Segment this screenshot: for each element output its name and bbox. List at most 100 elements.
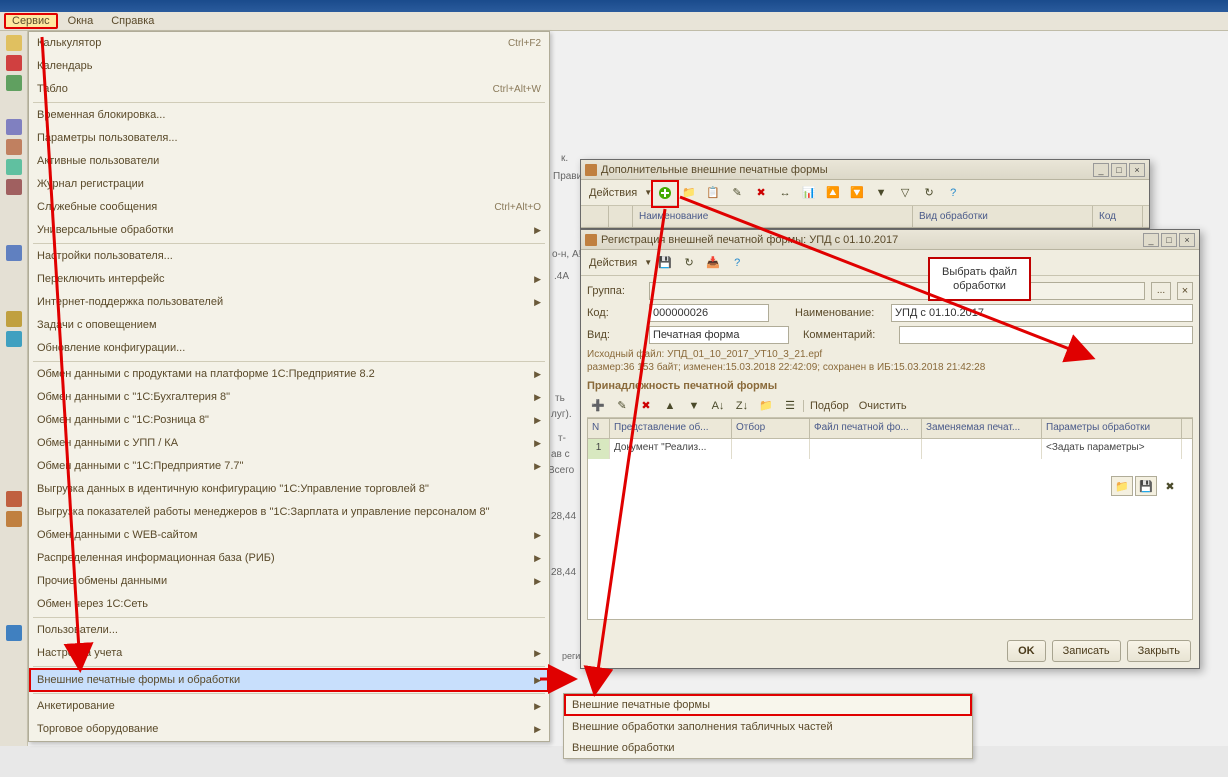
comment-input[interactable] xyxy=(899,326,1193,344)
import-button[interactable]: 📥 xyxy=(702,252,724,274)
save-button[interactable]: 💾 xyxy=(654,252,676,274)
add-row-button[interactable]: ➕ xyxy=(587,395,609,417)
name-input[interactable] xyxy=(891,304,1193,322)
th-n[interactable]: N xyxy=(588,419,610,438)
menu-item[interactable]: Параметры пользователя... xyxy=(29,127,549,150)
bg-text: .4A xyxy=(554,271,569,282)
add-folder-button[interactable]: 📁 xyxy=(678,182,700,204)
menu-item[interactable]: Анкетирование▶ xyxy=(29,695,549,718)
submenu-item[interactable]: Внешние печатные формы xyxy=(564,694,972,716)
menu-item[interactable]: Служебные сообщенияCtrl+Alt+O xyxy=(29,196,549,219)
refresh-button[interactable]: ↻ xyxy=(918,182,940,204)
menu-item[interactable]: Задачи с оповещением xyxy=(29,314,549,337)
hierarchy-button[interactable]: 📊 xyxy=(798,182,820,204)
menu-item[interactable]: Распределенная информационная база (РИБ)… xyxy=(29,547,549,570)
th-params[interactable]: Параметры обработки xyxy=(1042,419,1182,438)
menu-item[interactable]: Переключить интерфейс▶ xyxy=(29,268,549,291)
del-row-button[interactable]: ✖ xyxy=(635,395,657,417)
folder-button[interactable]: 📁 xyxy=(755,395,777,417)
close-button[interactable]: Закрыть xyxy=(1127,640,1191,662)
th-name[interactable]: Наименование xyxy=(633,206,913,227)
menu-item[interactable]: Обновление конфигурации... xyxy=(29,337,549,360)
close-button[interactable]: × xyxy=(1129,163,1145,177)
menu-windows[interactable]: Окна xyxy=(60,13,102,29)
menu-item[interactable]: Универсальные обработки▶ xyxy=(29,219,549,242)
move-up-button[interactable]: ▲ xyxy=(659,395,681,417)
table-row[interactable]: 1 Документ "Реализ... <Задать параметры> xyxy=(588,439,1192,459)
group-select-button[interactable]: ... xyxy=(1151,282,1171,300)
menu-item[interactable]: Выгрузка данных в идентичную конфигураци… xyxy=(29,478,549,501)
menu-item[interactable]: Календарь xyxy=(29,55,549,78)
menu-item[interactable]: Обмен данными с продуктами на платформе … xyxy=(29,363,549,386)
sort-az-button[interactable]: A↓ xyxy=(707,395,729,417)
add-button[interactable] xyxy=(654,182,676,204)
th-replace[interactable]: Заменяемая печат... xyxy=(922,419,1042,438)
close-button[interactable]: × xyxy=(1179,233,1195,247)
file-info: Исходный файл: УПД_01_10_2017_УТ10_3_21.… xyxy=(587,348,1193,374)
th-code[interactable]: Код xyxy=(1093,206,1143,227)
file-clear-button[interactable]: ✖ xyxy=(1159,476,1181,496)
sort-up-button[interactable]: 🔼 xyxy=(822,182,844,204)
code-input[interactable] xyxy=(649,304,769,322)
menu-item[interactable]: КалькуляторCtrl+F2 xyxy=(29,32,549,55)
edit-button[interactable]: ✎ xyxy=(726,182,748,204)
menu-service[interactable]: Сервис xyxy=(4,13,58,29)
actions-button[interactable]: Действия xyxy=(585,257,641,269)
menu-item[interactable]: Выгрузка показателей работы менеджеров в… xyxy=(29,501,549,524)
move-button[interactable]: ↔ xyxy=(774,182,796,204)
group-clear-button[interactable]: × xyxy=(1177,282,1193,300)
maximize-button[interactable]: □ xyxy=(1161,233,1177,247)
delete-button[interactable]: ✖ xyxy=(750,182,772,204)
menu-item[interactable]: Временная блокировка... xyxy=(29,104,549,127)
file-save-button[interactable]: 💾 xyxy=(1135,476,1157,496)
menu-item[interactable]: Внешние печатные формы и обработки▶ xyxy=(29,668,549,692)
sort-dn-button[interactable]: 🔽 xyxy=(846,182,868,204)
ok-button[interactable]: OK xyxy=(1007,640,1046,662)
menu-item[interactable]: Торговое оборудование▶ xyxy=(29,718,549,741)
actions-button[interactable]: Действия xyxy=(585,187,641,199)
kind-input[interactable] xyxy=(649,326,789,344)
label-kind: Вид: xyxy=(587,329,643,341)
th-kind[interactable]: Вид обработки xyxy=(913,206,1093,227)
menu-item[interactable]: Настройка учета▶ xyxy=(29,642,549,665)
bg-text: Всего xyxy=(548,465,574,476)
th-filter[interactable]: Отбор xyxy=(732,419,810,438)
submenu-item[interactable]: Внешние обработки заполнения табличных ч… xyxy=(564,716,972,737)
menu-item[interactable]: Настройки пользователя... xyxy=(29,245,549,268)
menu-item[interactable]: Обмен данными с "1С:Предприятие 7.7"▶ xyxy=(29,455,549,478)
menu-item[interactable]: Обмен данными с УПП / КА▶ xyxy=(29,432,549,455)
move-dn-button[interactable]: ▼ xyxy=(683,395,705,417)
copy-button[interactable]: 📋 xyxy=(702,182,724,204)
menu-item[interactable]: Активные пользователи xyxy=(29,150,549,173)
refresh-button[interactable]: ↻ xyxy=(678,252,700,274)
menu-item[interactable]: Обмен через 1С:Сеть xyxy=(29,593,549,616)
submenu-item[interactable]: Внешние обработки xyxy=(564,737,972,758)
th-repr[interactable]: Представление об... xyxy=(610,419,732,438)
write-button[interactable]: Записать xyxy=(1052,640,1121,662)
menu-item[interactable]: Обмен данными с "1С:Розница 8"▶ xyxy=(29,409,549,432)
minimize-button[interactable]: _ xyxy=(1093,163,1109,177)
menu-item[interactable]: Обмен данными с "1С:Бухгалтерия 8"▶ xyxy=(29,386,549,409)
maximize-button[interactable]: □ xyxy=(1111,163,1127,177)
menu-item[interactable]: Пользователи... xyxy=(29,619,549,642)
edit-row-button[interactable]: ✎ xyxy=(611,395,633,417)
th-file[interactable]: Файл печатной фо... xyxy=(810,419,922,438)
menu-help[interactable]: Справка xyxy=(103,13,162,29)
sort-za-button[interactable]: Z↓ xyxy=(731,395,753,417)
menu-item[interactable]: Прочие обмены данными▶ xyxy=(29,570,549,593)
menu-item[interactable]: Журнал регистрации xyxy=(29,173,549,196)
help-button[interactable]: ? xyxy=(726,252,748,274)
group-input[interactable] xyxy=(649,282,1145,300)
filter-button[interactable]: ▼ xyxy=(870,182,892,204)
file-open-button[interactable]: 📁 xyxy=(1111,476,1133,496)
menu-item[interactable]: Обмен данными с WEB-сайтом▶ xyxy=(29,524,549,547)
list-button[interactable]: ☰ xyxy=(779,395,801,417)
select-button[interactable]: Подбор xyxy=(803,400,853,412)
icon-column xyxy=(0,31,28,746)
filter-off-button[interactable]: ▽ xyxy=(894,182,916,204)
help-button[interactable]: ? xyxy=(942,182,964,204)
minimize-button[interactable]: _ xyxy=(1143,233,1159,247)
clear-button[interactable]: Очистить xyxy=(855,400,911,412)
menu-item[interactable]: Интернет-поддержка пользователей▶ xyxy=(29,291,549,314)
menu-item[interactable]: ТаблоCtrl+Alt+W xyxy=(29,78,549,101)
